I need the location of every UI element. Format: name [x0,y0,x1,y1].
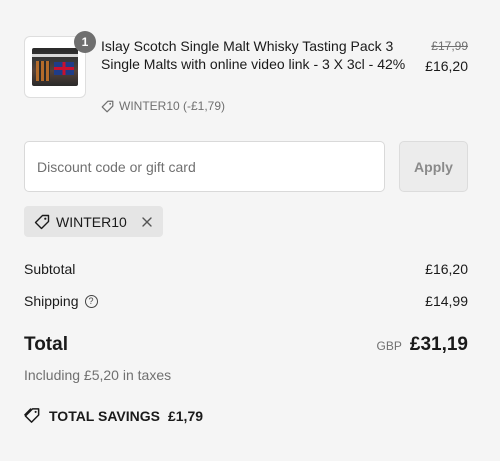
total-savings: TOTAL SAVINGS £1,79 [24,407,203,424]
shipping-row: Shipping ? £14,99 [24,293,468,311]
line-item: 1 Islay Scotch Single Malt Whisky Tastin… [24,31,468,120]
subtotal-value: £16,20 [425,261,468,277]
tags-icon [24,407,41,424]
shipping-value: £14,99 [425,293,468,309]
savings-label: TOTAL SAVINGS [49,407,160,424]
currency-code: GBP [376,339,402,353]
subtotal-label: Subtotal [24,261,76,277]
apply-button[interactable]: Apply [399,141,468,192]
order-summary: 1 Islay Scotch Single Malt Whisky Tastin… [24,0,468,461]
tag-icon [101,100,114,113]
total-row: Total GBP £31,19 [24,334,468,358]
applied-code-label: WINTER10 [56,213,127,230]
total-label: Total [24,334,68,355]
discount-code-input[interactable] [24,141,385,192]
original-price: £17,99 [431,39,468,53]
whisky-pack-box-image [32,48,78,86]
quantity-badge: 1 [74,31,96,53]
line-item-discount-text: WINTER10 (-£1,79) [119,99,226,113]
discounted-price: £16,20 [425,58,468,74]
shipping-label: Shipping [24,293,79,309]
close-icon[interactable] [141,216,153,228]
taxes-note: Including £5,20 in taxes [24,367,172,383]
total-value: £31,19 [409,334,468,355]
tag-icon [34,214,50,230]
question-circle-icon[interactable]: ? [84,294,98,308]
savings-value: £1,79 [167,407,204,424]
subtotal-row: Subtotal £16,20 [24,261,468,279]
line-item-discount: WINTER10 (-£1,79) [101,99,225,113]
product-title: Islay Scotch Single Malt Whisky Tasting … [101,38,406,72]
product-image: 1 [24,31,96,98]
applied-discount-chip: WINTER10 [24,206,163,237]
discount-form: Apply [24,141,468,192]
